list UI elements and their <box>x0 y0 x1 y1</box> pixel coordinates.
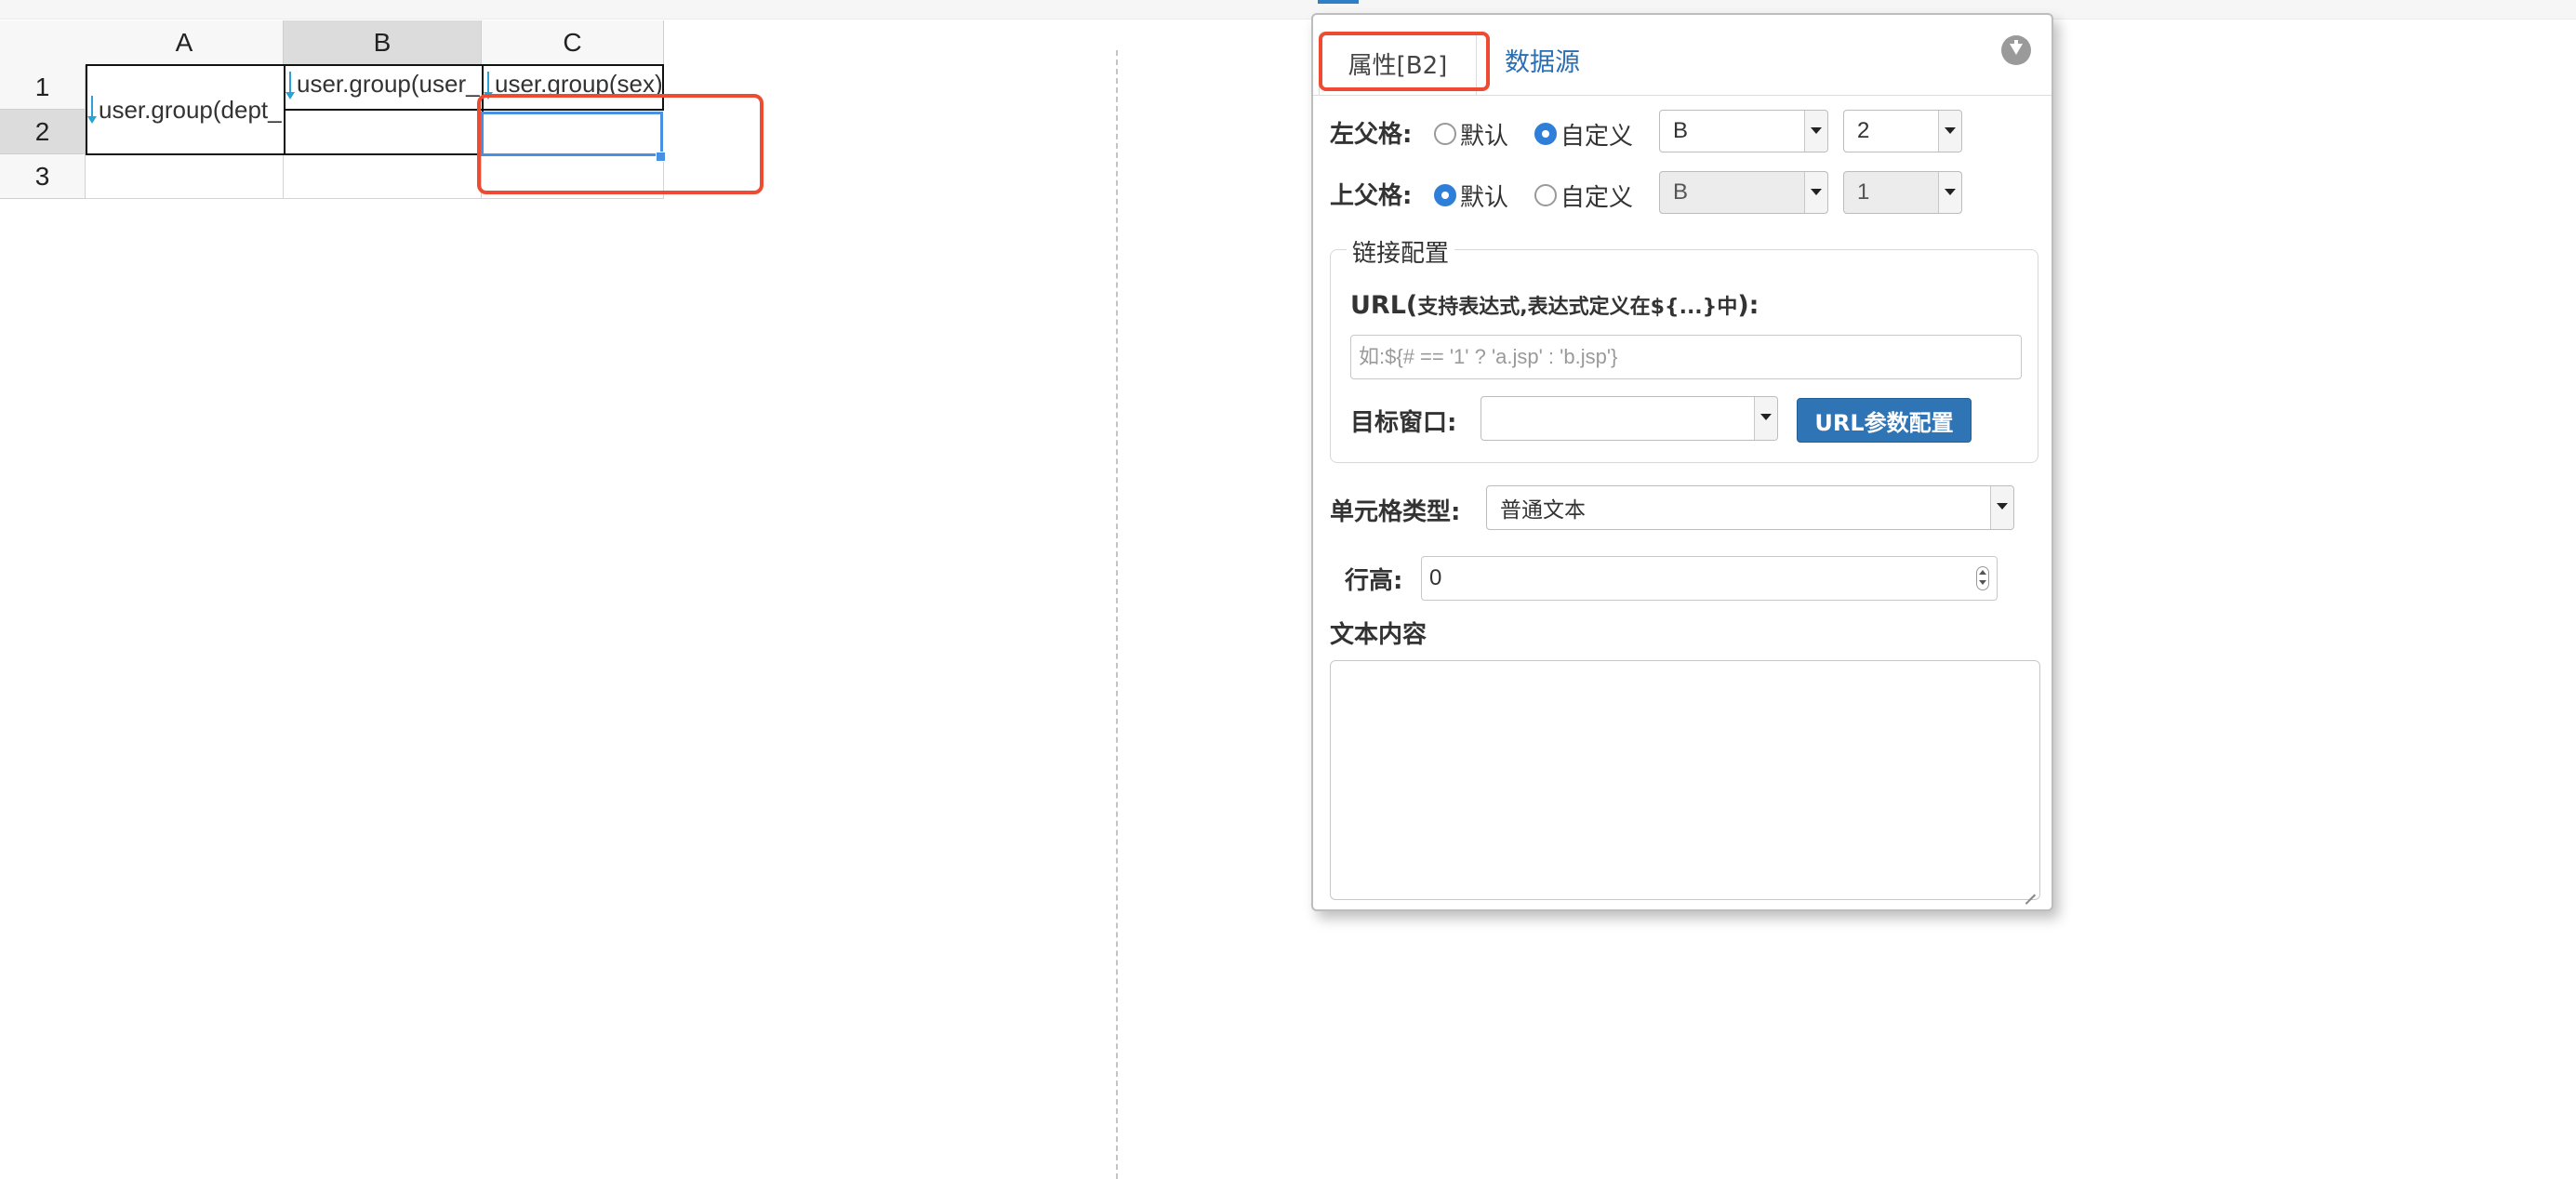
top-parent-custom-label: 自定义 <box>1560 184 1634 212</box>
link-config-legend: 链接配置 <box>1347 234 1455 269</box>
chevron-down-icon <box>1938 111 1961 152</box>
cell-type-select[interactable]: 普通文本 <box>1486 485 2014 530</box>
url-label-hint: 支持表达式,表达式定义在${...}中 <box>1417 296 1738 319</box>
left-parent-column-select[interactable]: B <box>1659 110 1828 152</box>
annotation-highlight-cell <box>477 94 764 194</box>
left-parent-label: 左父格: <box>1330 121 1413 149</box>
cell-type-value: 普通文本 <box>1500 498 1586 523</box>
top-parent-default-label: 默认 <box>1460 184 1509 212</box>
row-height-value: 0 <box>1429 565 1442 590</box>
top-parent-row-value: 1 <box>1857 179 1870 205</box>
cell-a1-text: user.group(dept_ <box>99 95 282 124</box>
expand-down-arrow-icon <box>87 94 97 126</box>
target-window-label: 目标窗口: <box>1350 409 1457 437</box>
resize-grip-icon[interactable] <box>2023 882 2036 895</box>
cell-a3[interactable] <box>86 154 284 199</box>
cell-b1-text: user.group(user_ <box>297 70 480 98</box>
url-label-main: URL( <box>1350 291 1418 320</box>
annotation-highlight-tab <box>1319 32 1490 91</box>
target-window-select[interactable] <box>1481 396 1778 441</box>
chevron-down-icon <box>1990 486 2013 529</box>
property-panel: 属性[B2] 数据源 左父格: 默认 自定义 B 2 上父格: 默认 自定义 B… <box>1311 13 2053 911</box>
page-divider <box>1116 50 1118 1179</box>
left-parent-default-label: 默认 <box>1460 123 1509 151</box>
top-toolbar-strip <box>0 0 2576 20</box>
row-header-3[interactable]: 3 <box>0 154 86 199</box>
chevron-down-icon <box>1754 397 1777 440</box>
row-header-2[interactable]: 2 <box>0 110 86 154</box>
column-header-b[interactable]: B <box>284 20 482 65</box>
collapse-panel-icon[interactable] <box>2001 35 2031 65</box>
left-parent-row-value: 2 <box>1857 118 1870 143</box>
cell-type-label: 单元格类型: <box>1330 498 1461 526</box>
top-parent-custom-radio[interactable] <box>1534 184 1557 206</box>
column-header-c[interactable]: C <box>482 20 664 65</box>
url-label-end: ): <box>1737 291 1759 320</box>
text-content-textarea[interactable] <box>1330 660 2040 900</box>
left-parent-custom-radio[interactable] <box>1534 123 1557 145</box>
left-parent-default-radio[interactable] <box>1434 123 1456 145</box>
expand-down-arrow-icon <box>285 70 295 101</box>
top-parent-column-value: B <box>1673 179 1689 205</box>
row-height-label: 行高: <box>1345 567 1403 595</box>
active-toolbar-indicator <box>1318 0 1359 4</box>
cell-b1[interactable]: user.group(user_ <box>284 64 484 111</box>
column-header-a[interactable]: A <box>86 20 284 65</box>
left-parent-custom-label: 自定义 <box>1560 123 1634 151</box>
tab-datasource[interactable]: 数据源 <box>1505 41 1580 78</box>
chevron-down-icon <box>1804 111 1827 152</box>
left-parent-column-value: B <box>1673 118 1689 143</box>
stepper-icon[interactable] <box>1976 566 1989 590</box>
top-parent-column-select[interactable]: B <box>1659 171 1828 214</box>
url-input[interactable] <box>1350 335 2022 379</box>
text-content-label: 文本内容 <box>1330 621 1427 649</box>
chevron-down-icon <box>1938 172 1961 213</box>
row-header-1[interactable]: 1 <box>0 65 86 110</box>
cell-a1-merged[interactable]: user.group(dept_ <box>86 64 285 155</box>
cell-b3[interactable] <box>284 154 482 199</box>
select-all-corner[interactable] <box>0 20 86 66</box>
row-height-input[interactable]: 0 <box>1421 556 1998 601</box>
top-parent-default-radio[interactable] <box>1434 184 1456 206</box>
top-parent-label: 上父格: <box>1330 182 1413 210</box>
left-parent-row-select[interactable]: 2 <box>1843 110 1962 152</box>
url-label: URL(支持表达式,表达式定义在${...}中): <box>1350 290 1759 320</box>
top-parent-row-select[interactable]: 1 <box>1843 171 1962 214</box>
cell-b2[interactable] <box>284 109 484 155</box>
chevron-down-icon <box>1804 172 1827 213</box>
url-params-config-button[interactable]: URL参数配置 <box>1797 398 1972 443</box>
